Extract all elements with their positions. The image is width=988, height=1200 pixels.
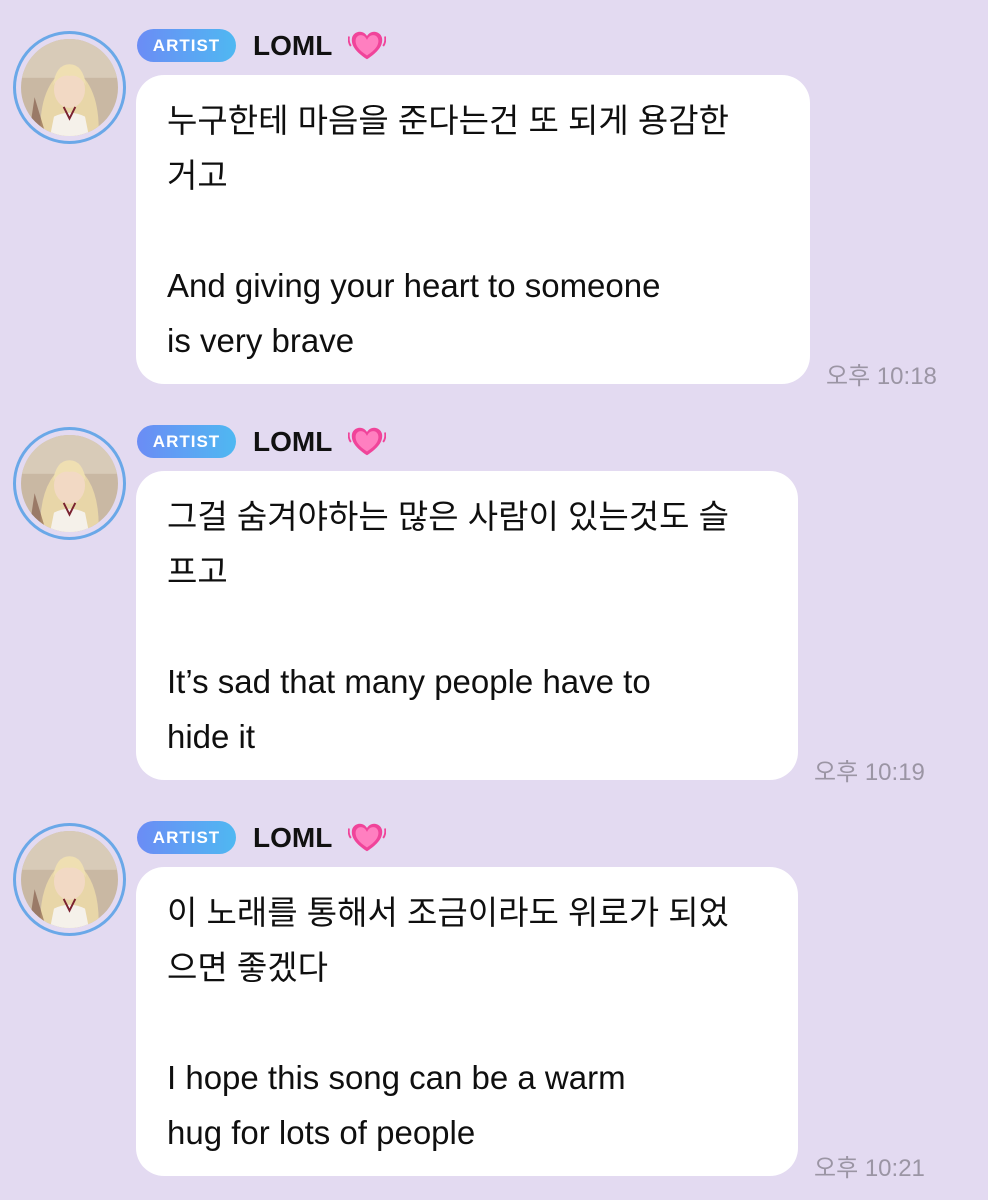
artist-badge: ARTIST: [137, 425, 236, 458]
heart-emoji-icon: [348, 31, 386, 60]
sender-name[interactable]: LOML: [253, 27, 332, 65]
message-bubble[interactable]: 그걸 숨겨야하는 많은 사람이 있는것도 슬 프고 It’s sad that …: [136, 471, 798, 780]
message-bubble[interactable]: 이 노래를 통해서 조금이라도 위로가 되었 으면 좋겠다 I hope thi…: [136, 867, 798, 1176]
message-text-english: I hope this song can be a warm hug for l…: [167, 1059, 626, 1151]
profile-photo-icon: [21, 435, 118, 532]
avatar-photo: [21, 39, 118, 136]
message-text-english: It’s sad that many people have to hide i…: [167, 663, 651, 755]
message-bubble[interactable]: 누구한테 마음을 준다는건 또 되게 용감한 거고 And giving you…: [136, 75, 810, 384]
profile-photo-icon: [21, 831, 118, 928]
message-timestamp: 오후 10:18: [826, 363, 937, 390]
avatar-photo: [21, 435, 118, 532]
artist-badge: ARTIST: [137, 821, 236, 854]
avatar-photo: [21, 831, 118, 928]
message-text-korean: 이 노래를 통해서 조금이라도 위로가 되었 으면 좋겠다: [167, 894, 729, 986]
heart-emoji-icon: [348, 823, 386, 852]
sender-name[interactable]: LOML: [253, 819, 332, 857]
artist-badge: ARTIST: [137, 29, 236, 62]
sender-name[interactable]: LOML: [253, 423, 332, 461]
profile-photo-icon: [21, 39, 118, 136]
message-timestamp: 오후 10:21: [814, 1155, 925, 1182]
avatar[interactable]: [13, 31, 126, 144]
message-text-english: And giving your heart to someone is very…: [167, 267, 661, 359]
avatar[interactable]: [13, 823, 126, 936]
message-text-korean: 누구한테 마음을 준다는건 또 되게 용감한 거고: [167, 102, 729, 194]
avatar[interactable]: [13, 427, 126, 540]
message-text-korean: 그걸 숨겨야하는 많은 사람이 있는것도 슬 프고: [167, 498, 729, 590]
message-timestamp: 오후 10:19: [814, 759, 925, 786]
heart-emoji-icon: [348, 427, 386, 456]
